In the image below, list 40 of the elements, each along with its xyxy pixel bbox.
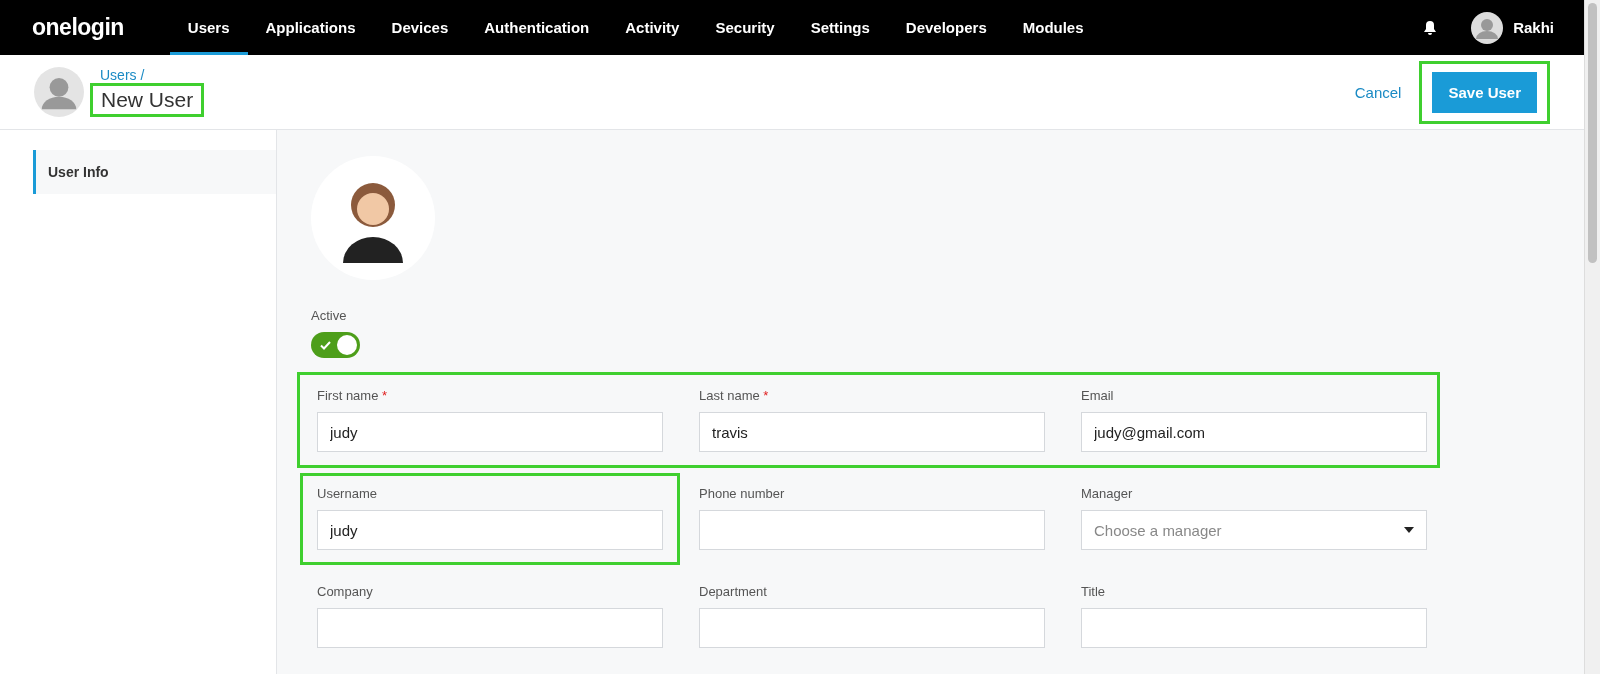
input-field[interactable]: judy xyxy=(317,510,663,550)
input-field[interactable] xyxy=(699,510,1045,550)
input-field[interactable]: travis xyxy=(699,412,1045,452)
user-name[interactable]: Rakhi xyxy=(1513,19,1554,36)
input-field[interactable]: judy xyxy=(317,412,663,452)
field-label: Department xyxy=(699,584,768,599)
field-label: Company xyxy=(317,584,374,599)
active-toggle[interactable] xyxy=(311,332,360,358)
input-field[interactable] xyxy=(317,608,663,648)
field-label: Title xyxy=(1081,584,1107,599)
input-field[interactable]: judy@gmail.com xyxy=(1081,412,1427,452)
breadcrumb-link[interactable]: Users / xyxy=(100,67,205,83)
nav-tab[interactable]: Settings xyxy=(792,0,888,55)
nav-tab[interactable]: Devices xyxy=(373,0,467,55)
field-label: Phone number xyxy=(699,486,786,501)
nav-tab[interactable]: Security xyxy=(697,0,793,55)
field-label: Username xyxy=(317,486,378,501)
check-icon xyxy=(320,340,331,350)
nav-tab[interactable]: Developers xyxy=(887,0,1005,55)
field-label: Active xyxy=(311,308,348,323)
input-field[interactable] xyxy=(699,608,1045,648)
field-label: Email xyxy=(1081,388,1115,403)
cancel-link[interactable]: Cancel xyxy=(1354,83,1402,101)
avatar-icon[interactable] xyxy=(1471,11,1504,44)
caret-icon xyxy=(1404,527,1414,533)
user-avatar-icon xyxy=(34,67,84,117)
field-label: Manager xyxy=(1081,486,1134,501)
nav-tab[interactable]: Modules xyxy=(1004,0,1102,55)
bell-icon[interactable] xyxy=(1423,19,1438,36)
page-title: New User xyxy=(90,83,205,117)
field-label: First name * xyxy=(317,388,389,403)
sidebar-item[interactable]: User Info xyxy=(33,150,276,194)
field-label: Last name * xyxy=(699,388,770,403)
input-field[interactable] xyxy=(1081,608,1427,648)
nav-tab[interactable]: Applications xyxy=(247,0,374,55)
nav-tab[interactable]: Authentication xyxy=(466,0,608,55)
manager-select[interactable]: Choose a manager xyxy=(1081,510,1427,550)
nav-tab[interactable]: Activity xyxy=(607,0,698,55)
logo: onelogin xyxy=(32,14,124,41)
scrollbar[interactable] xyxy=(1584,0,1600,674)
